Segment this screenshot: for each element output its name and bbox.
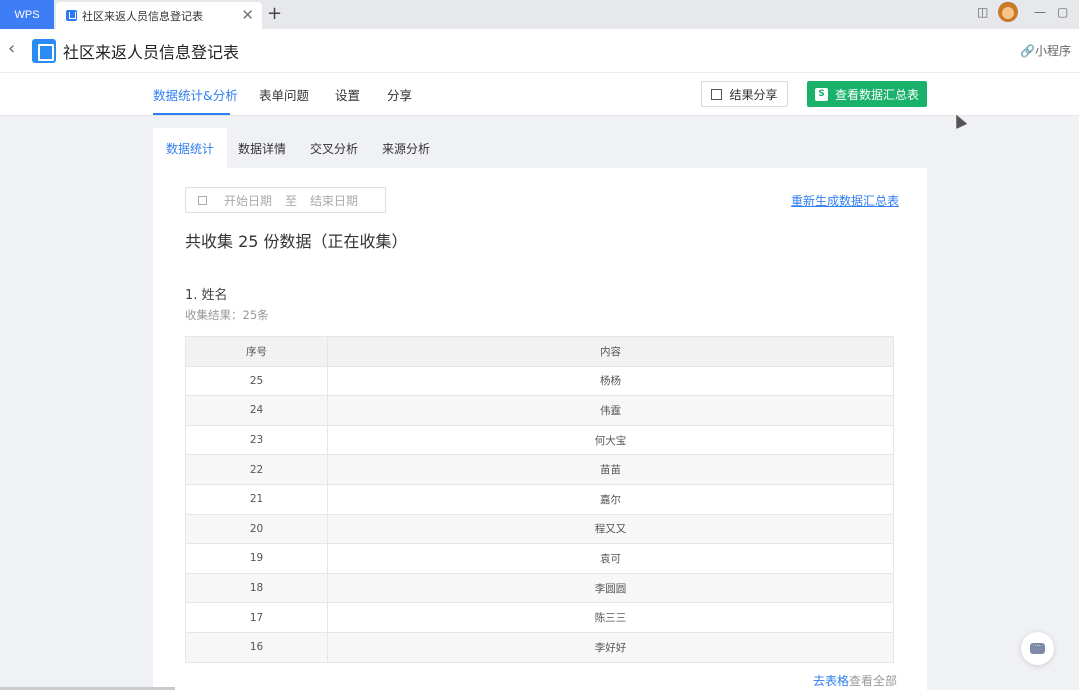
form-app-icon [32,39,56,63]
date-range-picker[interactable]: 开始日期 至 结束日期 [185,187,386,213]
tab-data-details[interactable]: 数据详情 [225,128,299,168]
page-title: 社区来返人员信息登记表 [63,43,240,62]
table-row: 16 李好好 [185,631,894,663]
seq-cell: 24 [185,395,328,426]
content-cell: 陈三三 [327,602,894,633]
sheet-icon: S [814,87,828,101]
answers-table: 序号 内容 25 杨杨 24 伟霆 23 何大宝 22 苗苗 21 嘉尔 20 程又又 19… [185,336,894,663]
wps-home-tab[interactable]: WPS [0,0,54,29]
close-tab-icon[interactable]: ✕ [241,6,254,24]
go-to-table-link[interactable]: 去表格 [813,674,849,688]
seq-cell: 22 [185,454,328,485]
date-range-separator: 至 [285,193,298,208]
content-cell: 伟霆 [327,395,894,426]
regenerate-summary-link[interactable]: 重新生成数据汇总表 [791,192,899,209]
content-cell: 何大宝 [327,424,894,456]
table-row: 25 杨杨 [185,365,894,397]
view-summary-button[interactable]: S 查看数据汇总表 [807,81,927,107]
nav-settings[interactable]: 设置 [335,85,360,104]
question-title: 1. 姓名 [185,288,228,303]
chat-support-button[interactable]: ··· [1021,632,1054,665]
content-cell: 嘉尔 [327,483,894,515]
content-cell: 程又又 [327,513,894,545]
chat-icon: ··· [1030,643,1045,654]
minimize-icon[interactable]: — [1034,5,1046,19]
user-avatar[interactable] [998,2,1018,22]
seq-cell: 16 [185,631,328,663]
table-row: 21 嘉尔 [185,483,894,515]
table-row: 22 苗苗 [185,454,894,485]
table-row: 19 袁可 [185,543,894,574]
table-header-row: 序号 内容 [185,336,894,367]
column-header-seq: 序号 [185,336,328,367]
column-header-content: 内容 [327,336,894,367]
content-cell: 李圆圆 [327,572,894,604]
new-tab-button[interactable]: + [267,3,282,24]
table-row: 20 程又又 [185,513,894,545]
title-bar: WPS 社区来返人员信息登记表 ✕ + ◫ — ▢ [0,0,1079,29]
end-date-input[interactable]: 结束日期 [310,192,358,209]
stats-card: 开始日期 至 结束日期 重新生成数据汇总表 共收集 25 份数据（正在收集） 1… [153,168,927,690]
table-row: 18 李圆圆 [185,572,894,604]
question-result-count: 收集结果：25条 [185,308,269,322]
start-date-input[interactable]: 开始日期 [224,192,272,209]
seq-cell: 17 [185,602,328,633]
active-nav-indicator [153,113,230,115]
collection-summary: 共收集 25 份数据（正在收集） [185,232,408,251]
link-icon: 🔗 [1020,44,1035,58]
nav-stats-analysis[interactable]: 数据统计&分析 [153,85,238,104]
nav-share[interactable]: 分享 [387,85,412,104]
document-tab[interactable]: 社区来返人员信息登记表 ✕ [56,2,262,29]
back-icon[interactable]: ‹ [8,38,15,59]
mini-program-link[interactable]: 🔗小程序 [1020,42,1071,59]
page-header: ‹ 社区来返人员信息登记表 🔗小程序 [0,29,1079,73]
table-row: 23 何大宝 [185,424,894,456]
document-tab-title: 社区来返人员信息登记表 [82,9,203,23]
content-cell: 苗苗 [327,454,894,485]
seq-cell: 21 [185,483,328,515]
nav-form-questions[interactable]: 表单问题 [259,85,309,104]
seq-cell: 18 [185,572,328,604]
calendar-icon [198,195,207,205]
tab-source-analysis[interactable]: 来源分析 [369,128,443,168]
panel-toggle-icon[interactable]: ◫ [977,5,988,19]
seq-cell: 20 [185,513,328,545]
maximize-icon[interactable]: ▢ [1057,5,1068,19]
tab-cross-analysis[interactable]: 交叉分析 [297,128,371,168]
form-doc-icon [66,10,77,21]
share-results-button[interactable]: 结果分享 [701,81,788,107]
seq-cell: 25 [185,365,328,397]
seq-cell: 23 [185,424,328,456]
tab-data-stats[interactable]: 数据统计 [153,128,228,168]
seq-cell: 19 [185,543,328,574]
content-cell: 袁可 [327,543,894,574]
export-icon [711,88,723,100]
table-row: 24 伟霆 [185,395,894,426]
see-all: 去表格查看全部 [813,674,898,688]
content-cell: 李好好 [327,631,894,663]
table-row: 17 陈三三 [185,602,894,633]
main-nav: 数据统计&分析 表单问题 设置 分享 结果分享 S 查看数据汇总表 [0,73,1079,116]
content-cell: 杨杨 [327,365,894,397]
